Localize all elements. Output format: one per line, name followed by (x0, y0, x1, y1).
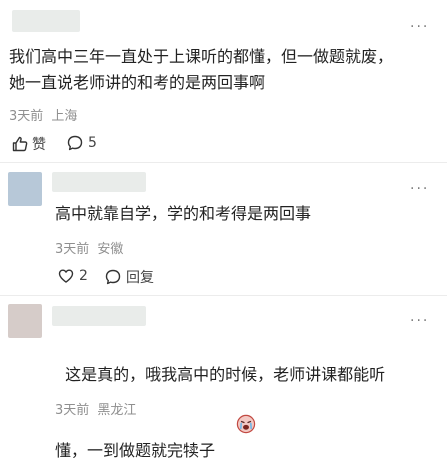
comment-bubble-icon (66, 134, 84, 152)
reply-time: 3天前 (55, 242, 90, 257)
reply-meta: 3天前 安徽 (55, 238, 123, 257)
reply-text: 高中就靠自学，学的和考得是两回事 (55, 204, 312, 223)
divider (0, 295, 447, 296)
more-options-button[interactable]: ··· (410, 182, 429, 196)
reply-count: 5 (88, 135, 97, 151)
more-options-button[interactable]: ··· (410, 314, 429, 328)
comment-time: 3天前 (9, 109, 44, 124)
crying-face-emoji-icon (216, 388, 256, 468)
more-options-button[interactable]: ··· (410, 20, 429, 34)
reply-author-name-redacted[interactable] (52, 306, 146, 326)
like-button[interactable]: 2 (57, 267, 88, 285)
reply-location: 黑龙江 (97, 403, 137, 418)
commenter-name-redacted[interactable] (12, 10, 80, 32)
reply-meta: 3天前 黑龙江 (55, 399, 136, 418)
avatar[interactable] (8, 304, 42, 338)
like-count: 2 (79, 268, 88, 284)
reply-count-button[interactable]: 5 (66, 134, 97, 152)
like-button[interactable]: 赞 (11, 134, 46, 154)
reply-time: 3天前 (55, 403, 90, 418)
heart-icon (57, 267, 75, 285)
reply-author-name-redacted[interactable] (52, 172, 146, 192)
comment-bubble-icon (104, 268, 122, 286)
like-label: 赞 (32, 137, 46, 153)
divider (0, 162, 447, 163)
comment-location: 上海 (51, 109, 78, 124)
reply-button[interactable]: 回复 (104, 267, 154, 287)
avatar[interactable] (8, 172, 42, 206)
comment-text: 我们高中三年一直处于上课听的都懂，但一做题就废， 她一直说老师讲的和考的是两回事… (9, 47, 394, 92)
reply-label: 回复 (126, 270, 154, 286)
comment-meta: 3天前 上海 (9, 105, 77, 124)
reply-location: 安徽 (97, 242, 124, 257)
thumbs-up-icon (11, 135, 29, 153)
